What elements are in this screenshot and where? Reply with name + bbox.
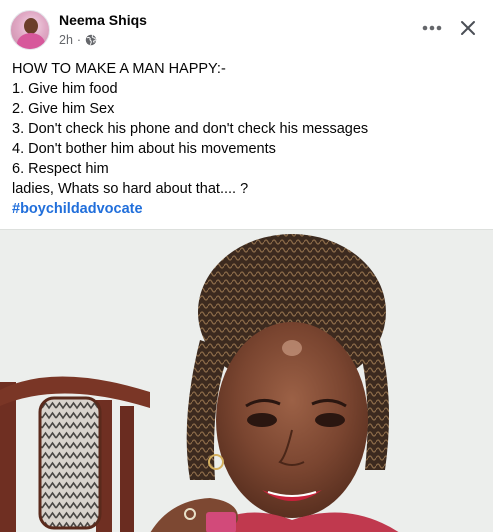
more-options-button[interactable] [420, 14, 444, 42]
separator-dot: · [76, 33, 82, 47]
post-meta: 2h · [59, 33, 97, 47]
close-icon [461, 21, 475, 35]
hashtag-link[interactable]: #boychildadvocate [12, 199, 482, 219]
post-text-line: 1. Give him food [12, 81, 118, 97]
post-photo[interactable] [0, 229, 493, 532]
timestamp[interactable]: 2h [59, 33, 73, 47]
post-text-line: 4. Don't bother him about his movements [12, 141, 276, 157]
post-text-line: 2. Give him Sex [12, 101, 115, 117]
post-text-line: HOW TO MAKE A MAN HAPPY:- [12, 61, 226, 77]
face [216, 322, 368, 518]
close-button[interactable] [454, 14, 482, 42]
avatar-body [17, 33, 45, 49]
post-header: Neema Shiqs 2h · [0, 0, 493, 58]
post-text-line: 3. Don't check his phone and don't check… [12, 121, 369, 137]
facebook-post: Neema Shiqs 2h · HOW TO MAKE A MAN HAPPY… [0, 0, 493, 532]
post-text-line: ladies, Whats so hard about that.... ? [12, 181, 249, 197]
post-text-line: 6. Respect him [12, 161, 109, 177]
photo-illustration [0, 230, 493, 532]
post-text: HOW TO MAKE A MAN HAPPY:- 1. Give him fo… [12, 59, 482, 219]
globe-icon [85, 34, 97, 46]
avatar-head [24, 18, 38, 34]
avatar[interactable] [10, 10, 50, 50]
author-name[interactable]: Neema Shiqs [59, 12, 147, 28]
more-horizontal-icon [422, 25, 442, 31]
